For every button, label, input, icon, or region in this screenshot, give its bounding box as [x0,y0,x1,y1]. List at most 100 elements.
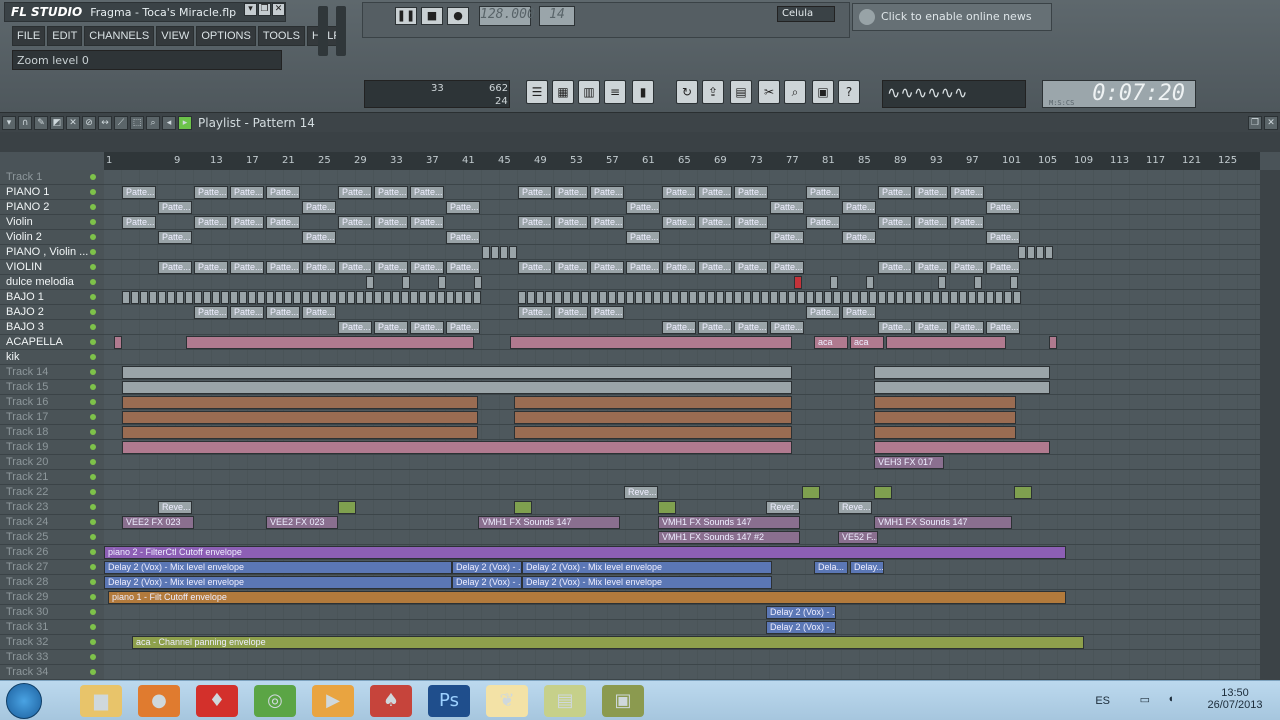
playlist-grid[interactable]: Patte... Patte... Patte... Patte... Patte...… [104,170,1260,680]
menu-edit[interactable]: EDIT [47,26,83,46]
playlist-clip[interactable] [338,291,346,304]
playlist-clip[interactable]: Patte... [590,306,624,319]
track-mute-led[interactable] [90,639,96,645]
playlist-clip[interactable]: Dela... [814,561,848,574]
playlist-clip[interactable] [779,291,787,304]
playlist-clip[interactable] [320,291,328,304]
save-icon[interactable]: ▤ [730,80,752,104]
track-mute-led[interactable] [90,474,96,480]
playlist-clip[interactable]: Patte... [554,306,588,319]
playlist-clip[interactable]: Patte... [878,321,912,334]
menu-view[interactable]: VIEW [156,26,195,46]
playlist-clip[interactable] [374,291,382,304]
track-mute-led[interactable] [90,324,96,330]
track-mute-led[interactable] [90,339,96,345]
playlist-clip[interactable] [514,396,792,409]
track-row[interactable]: Track 25 [0,530,104,545]
track-mute-led[interactable] [90,609,96,615]
playlist-clip[interactable] [932,291,940,304]
language-indicator[interactable]: ES [1095,695,1110,707]
track-mute-led[interactable] [90,174,96,180]
track-mute-led[interactable] [90,549,96,555]
menu-tools[interactable]: TOOLS [257,26,305,46]
playlist-clip[interactable] [428,291,436,304]
dropdown-icon[interactable]: ▾ [244,3,257,16]
playlist-clip[interactable] [590,291,598,304]
slice-tool-icon[interactable]: ⟋ [114,115,128,130]
playlist-clip[interactable]: aca [850,336,884,349]
playlist-clip[interactable] [830,276,838,289]
track-mute-led[interactable] [90,504,96,510]
track-row[interactable]: Violin 2 [0,230,104,245]
playlist-clip[interactable] [437,291,445,304]
playlist-clip[interactable] [815,291,823,304]
menu-channels[interactable]: CHANNELS [84,26,155,46]
track-row[interactable]: BAJO 3 [0,320,104,335]
playlist-clip[interactable] [122,411,478,424]
playlist-clip[interactable] [626,291,634,304]
playlist-clip[interactable]: Patte... [626,201,660,214]
playlist-clip[interactable]: Patte... [878,216,912,229]
track-row[interactable]: Track 30 [0,605,104,620]
track-row[interactable]: Track 33 [0,650,104,665]
playlist-clip[interactable]: Patte... [950,216,984,229]
playlist-clip[interactable]: Patte... [410,216,444,229]
playlist-clip[interactable] [905,291,913,304]
playlist-clip[interactable]: Patte... [950,261,984,274]
playlist-clip[interactable] [671,291,679,304]
playlist-clip[interactable]: Patte... [914,321,948,334]
playlist-clip[interactable]: Patte... [374,321,408,334]
playlist-clip[interactable]: Patte... [518,216,552,229]
playlist-clip[interactable]: Patte... [698,186,732,199]
playlist-clip[interactable] [896,291,904,304]
mixer-icon[interactable]: ▮ [632,80,654,104]
playlist-clip[interactable] [122,366,792,379]
playlist-clip[interactable]: Patte... [842,231,876,244]
track-row[interactable]: Track 14 [0,365,104,380]
playlist-clip[interactable]: Patte... [374,186,408,199]
playlist-clip[interactable] [874,486,892,499]
playlist-clip[interactable]: VEH3 FX 017 [874,456,944,469]
playlist-clip[interactable]: Delay... [850,561,884,574]
playlist-clip[interactable] [149,291,157,304]
playlist-clip[interactable]: Patte... [662,216,696,229]
playlist-clip[interactable] [514,426,792,439]
playlist-clip[interactable]: VE52 F... [838,531,878,544]
playlist-clip[interactable] [347,291,355,304]
playlist-clip[interactable]: Patte... [698,261,732,274]
playlist-clip[interactable]: Patte... [266,261,300,274]
playlist-clip[interactable] [968,291,976,304]
playlist-clip[interactable]: Patte... [590,186,624,199]
playlist-clip[interactable] [257,291,265,304]
playlist-clip[interactable]: Patte... [194,261,228,274]
playlist-icon[interactable]: ☰ [526,80,548,104]
track-mute-led[interactable] [90,489,96,495]
playlist-clip[interactable]: piano 1 - Filt Cutoff envelope [108,591,1066,604]
playlist-clip[interactable] [959,291,967,304]
playlist-clip[interactable] [221,291,229,304]
track-mute-led[interactable] [90,219,96,225]
playlist-clip[interactable]: Patte... [266,186,300,199]
playlist-clip[interactable]: aca [814,336,848,349]
poker-icon[interactable]: ♠ [370,685,412,717]
playlist-clip[interactable] [874,426,1016,439]
playlist-clip[interactable]: Patte... [590,216,624,229]
playlist-clip[interactable] [860,291,868,304]
playlist-clip[interactable]: Patte... [266,306,300,319]
track-mute-led[interactable] [90,624,96,630]
playlist-clip[interactable]: Patte... [986,261,1020,274]
playlist-clip[interactable]: Patte... [230,186,264,199]
playlist-clip[interactable] [500,246,508,259]
playlist-clip[interactable] [186,336,474,349]
track-mute-led[interactable] [90,354,96,360]
playlist-clip[interactable] [114,336,122,349]
playlist-clip[interactable]: Patte... [986,231,1020,244]
playlist-clip[interactable] [869,291,877,304]
track-row[interactable]: Violin [0,215,104,230]
pause-button[interactable]: ❚❚ [395,7,417,25]
pattern-display[interactable]: 14 [539,6,575,26]
playlist-clip[interactable] [131,291,139,304]
track-row[interactable]: Track 29 [0,590,104,605]
playlist-clip[interactable] [185,291,193,304]
track-row[interactable]: Track 17 [0,410,104,425]
